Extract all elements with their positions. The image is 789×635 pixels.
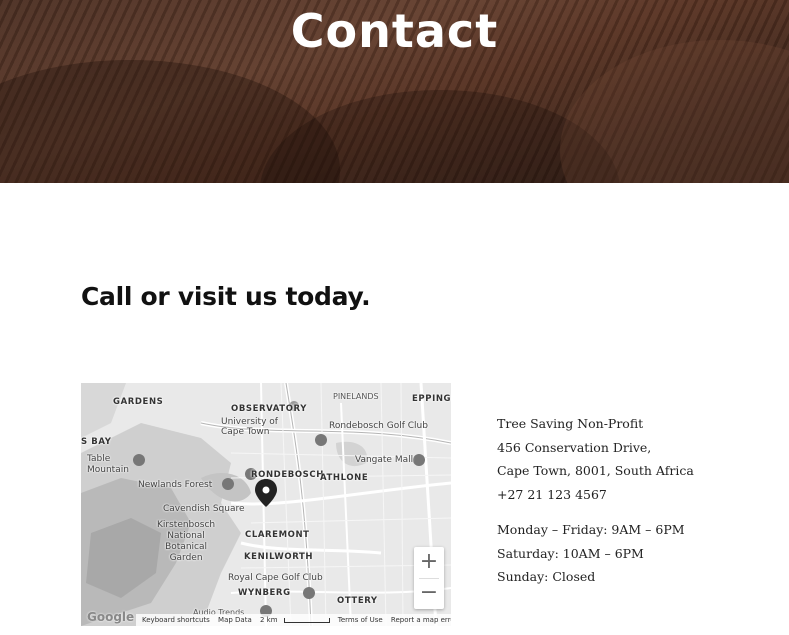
hours-sunday: Sunday: Closed [497, 569, 596, 584]
map-label: Vangate Mall [355, 455, 414, 465]
zoom-in-button[interactable]: + [414, 547, 444, 577]
map-label: WYNBERG [238, 588, 291, 598]
keyboard-shortcuts-link[interactable]: Keyboard shortcuts [142, 616, 210, 624]
map-label: ATHLONE [320, 473, 369, 483]
map-label: S BAY [81, 437, 112, 447]
map-label: Cavendish Square [163, 504, 245, 514]
map-label: Table Mountain [87, 454, 129, 475]
map-label: RONDEBOSCH [251, 470, 324, 480]
map-label: KENILWORTH [244, 552, 314, 562]
section-heading: Call or visit us today. [81, 282, 371, 311]
map-label: Rondebosch Golf Club [329, 421, 428, 431]
contact-info: Tree Saving Non-Profit 456 Conservation … [497, 412, 694, 589]
map-label: Kirstenbosch National Botanical Garden [157, 520, 216, 563]
address-line-1: 456 Conservation Drive, [497, 439, 652, 455]
zoom-out-button[interactable]: − [414, 578, 444, 608]
map-footer: Keyboard shortcuts Map Data 2 km Terms o… [136, 614, 451, 626]
map-label: Newlands Forest [138, 480, 213, 490]
map-label: OTTERY [337, 596, 378, 606]
map-label: OBSERVATORY [231, 404, 307, 414]
terms-link[interactable]: Terms of Use [338, 616, 383, 624]
hours-saturday: Saturday: 10AM – 6PM [497, 545, 644, 561]
map-label: EPPING [412, 394, 451, 404]
report-map-error-link[interactable]: Report a map error [391, 616, 451, 624]
map-label: University of Cape Town [221, 417, 278, 437]
google-logo[interactable]: Google [87, 610, 134, 624]
map-label: Royal Cape Golf Club [228, 573, 323, 583]
map-label: PINELANDS [333, 392, 379, 401]
map-zoom-controls: + − [414, 547, 444, 609]
map-label: CLAREMONT [245, 530, 310, 540]
organization-name: Tree Saving Non-Profit [497, 416, 644, 431]
map-embed[interactable]: GARDENS OBSERVATORY PINELANDS EPPING S B… [81, 383, 451, 626]
map-scale[interactable]: 2 km [260, 616, 330, 624]
page-title: Contact [290, 4, 499, 58]
phone-number: +27 21 123 4567 [497, 486, 607, 502]
map-data-link[interactable]: Map Data [218, 616, 252, 624]
hero-banner: Contact [0, 0, 789, 183]
scale-bar [283, 617, 330, 623]
map-label: GARDENS [113, 397, 164, 407]
hero-ridge [560, 40, 789, 183]
hours-weekdays: Monday – Friday: 9AM – 6PM [497, 522, 685, 537]
address-line-2: Cape Town, 8001, South Africa [497, 463, 694, 478]
map-scale-label: 2 km [259, 616, 278, 624]
